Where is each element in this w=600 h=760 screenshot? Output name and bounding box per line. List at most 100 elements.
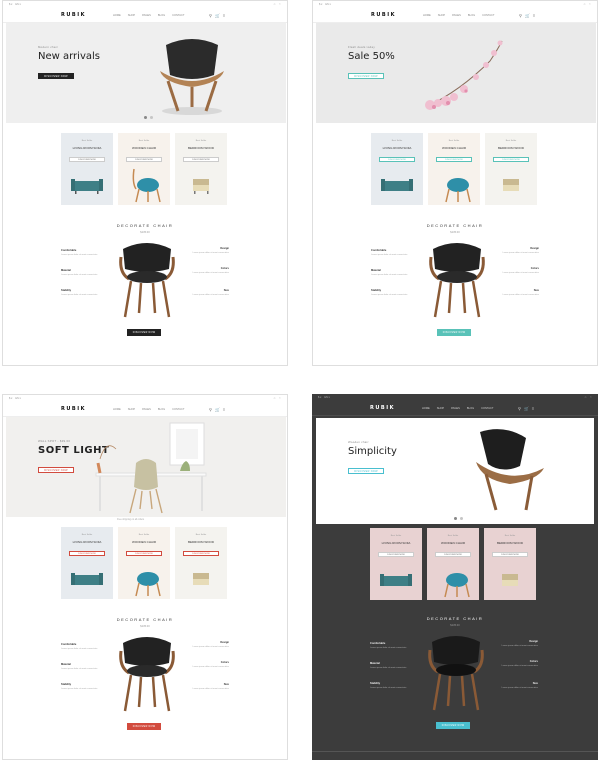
cart-icon[interactable]: 🛒	[525, 13, 530, 18]
hero-discover-button[interactable]: DISCOVER NOW	[348, 73, 384, 79]
hero-banner: Wooden chair Simplicity DISCOVER NOW	[316, 418, 594, 524]
account-link[interactable]: ☺	[583, 3, 586, 6]
card-button[interactable]: DISCOVER NOW	[378, 552, 414, 557]
card-button[interactable]: DISCOVER NOW	[493, 157, 529, 162]
feature-price: $135.00	[450, 231, 460, 234]
account-link[interactable]: ☺	[584, 396, 587, 399]
nav-item-pages[interactable]: PAGES	[142, 14, 151, 17]
currency-selector[interactable]: $ ▾	[318, 396, 321, 399]
nav-item-pages[interactable]: PAGES	[452, 14, 461, 17]
nav-item-contact[interactable]: CONTACT	[172, 14, 184, 17]
category-card-bedroom[interactable]: Best Seller BEDROOM WOOD DISCOVER NOW	[175, 133, 227, 205]
category-card-sofa[interactable]: Best Seller LIVING ROOM SOFA DISCOVER NO…	[371, 133, 423, 205]
top-bar: $ ▾ EN ▾ ☺ ♡	[313, 1, 597, 7]
search-icon[interactable]: ⚲	[209, 13, 212, 18]
slider-dot[interactable]	[460, 517, 463, 520]
language-selector[interactable]: EN ▾	[324, 396, 329, 399]
hero-discover-button[interactable]: DISCOVER NOW	[38, 73, 74, 79]
nav-item-contact[interactable]: CONTACT	[172, 408, 184, 411]
nav-item-shop[interactable]: SHOP	[128, 408, 135, 411]
hero-discover-button[interactable]: DISCOVER NOW	[348, 468, 384, 474]
nav-item-home[interactable]: HOME	[113, 408, 121, 411]
currency-selector[interactable]: $ ▾	[9, 397, 12, 400]
wishlist-link[interactable]: ♡	[589, 3, 591, 6]
category-card-chair[interactable]: Best Seller WOODEN CHAIR DISCOVER NOW	[118, 527, 170, 599]
feature-point: Comfortable Lorem ipsum dolor sit amet co…	[61, 249, 98, 256]
sofa-image	[381, 179, 413, 191]
card-button[interactable]: DISCOVER NOW	[126, 157, 162, 162]
language-selector[interactable]: EN ▾	[15, 397, 20, 400]
category-card-sofa[interactable]: Best Seller LIVING ROOM SOFA DISCOVER NO…	[370, 528, 422, 600]
nav-item-blog[interactable]: BLOG	[158, 14, 165, 17]
category-cards: Best Seller LIVING ROOM SOFA DISCOVER NO…	[61, 527, 227, 599]
card-button[interactable]: DISCOVER NOW	[436, 157, 472, 162]
sofa-image	[380, 574, 412, 586]
nav-item-blog[interactable]: BLOG	[158, 408, 165, 411]
card-button[interactable]: DISCOVER NOW	[126, 551, 162, 556]
card-button[interactable]: DISCOVER NOW	[69, 551, 105, 556]
feature-discover-button[interactable]: DISCOVER NOW	[127, 723, 161, 730]
slider-dot[interactable]	[454, 517, 457, 520]
wishlist-link[interactable]: ♡	[279, 397, 281, 400]
category-card-chair[interactable]: Best Seller WOODEN CHAIR DISCOVER NOW	[427, 528, 479, 600]
feature-point: Colors Lorem ipsum dolor sit amet consect…	[501, 660, 538, 667]
wishlist-link[interactable]: ♡	[279, 3, 281, 6]
search-icon[interactable]: ⚲	[519, 13, 522, 18]
card-button[interactable]: DISCOVER NOW	[69, 157, 105, 162]
menu-icon[interactable]: ≡	[533, 13, 535, 18]
feature-discover-button[interactable]: DISCOVER NOW	[127, 329, 161, 336]
nav-item-shop[interactable]: SHOP	[438, 14, 445, 17]
nav-item-home[interactable]: HOME	[113, 14, 121, 17]
logo[interactable]: RUBIK	[370, 405, 395, 411]
nav-item-contact[interactable]: CONTACT	[482, 14, 494, 17]
category-cards: Best Seller LIVING ROOM SOFA DISCOVER NO…	[370, 528, 536, 600]
account-link[interactable]: ☺	[273, 397, 276, 400]
nav-item-shop[interactable]: SHOP	[437, 407, 444, 410]
language-selector[interactable]: EN ▾	[325, 3, 330, 6]
category-card-chair[interactable]: Best Seller WOODEN CHAIR DISCOVER NOW	[118, 133, 170, 205]
category-card-bedroom[interactable]: Best Seller BEDROOM WOOD DISCOVER NOW	[175, 527, 227, 599]
slider-dot[interactable]	[150, 116, 153, 119]
search-icon[interactable]: ⚲	[518, 406, 521, 411]
logo[interactable]: RUBIK	[371, 12, 396, 18]
feature-title: DECORATE CHAIR	[116, 617, 174, 622]
hero-discover-button[interactable]: DISCOVER NOW	[38, 467, 74, 473]
currency-selector[interactable]: $ ▾	[9, 3, 12, 6]
cart-icon[interactable]: 🛒	[215, 407, 220, 412]
wooden-chair-image	[132, 168, 161, 203]
nav-item-home[interactable]: HOME	[423, 14, 431, 17]
language-selector[interactable]: EN ▾	[15, 3, 20, 6]
nav-item-pages[interactable]: PAGES	[451, 407, 460, 410]
category-card-bedroom[interactable]: Best Seller BEDROOM WOOD DISCOVER NOW	[485, 133, 537, 205]
category-card-bedroom[interactable]: Best Seller BEDROOM WOOD DISCOVER NOW	[484, 528, 536, 600]
logo[interactable]: RUBIK	[61, 406, 86, 412]
menu-icon[interactable]: ≡	[223, 13, 225, 18]
nav-item-shop[interactable]: SHOP	[128, 14, 135, 17]
nav-item-blog[interactable]: BLOG	[468, 14, 475, 17]
card-button[interactable]: DISCOVER NOW	[379, 157, 415, 162]
card-button[interactable]: DISCOVER NOW	[435, 552, 471, 557]
card-button[interactable]: DISCOVER NOW	[183, 157, 219, 162]
menu-icon[interactable]: ≡	[532, 406, 534, 411]
card-button[interactable]: DISCOVER NOW	[183, 551, 219, 556]
currency-selector[interactable]: $ ▾	[319, 3, 322, 6]
account-link[interactable]: ☺	[273, 3, 276, 6]
nav-item-contact[interactable]: CONTACT	[481, 407, 493, 410]
category-card-chair[interactable]: Best Seller WOODEN CHAIR DISCOVER NOW	[428, 133, 480, 205]
promo-strip: Free shipping on all orders	[117, 519, 145, 521]
nav-item-pages[interactable]: PAGES	[142, 408, 151, 411]
nav-item-blog[interactable]: BLOG	[467, 407, 474, 410]
wishlist-link[interactable]: ♡	[590, 396, 592, 399]
feature-discover-button[interactable]: DISCOVER NOW	[436, 722, 470, 729]
cart-icon[interactable]: 🛒	[215, 13, 220, 18]
feature-discover-button[interactable]: DISCOVER NOW	[437, 329, 471, 336]
logo[interactable]: RUBIK	[61, 12, 86, 18]
category-card-sofa[interactable]: Best Seller LIVING ROOM SOFA DISCOVER NO…	[61, 133, 113, 205]
nav-item-home[interactable]: HOME	[422, 407, 430, 410]
card-button[interactable]: DISCOVER NOW	[492, 552, 528, 557]
cart-icon[interactable]: 🛒	[524, 406, 529, 411]
slider-dot[interactable]	[144, 116, 147, 119]
search-icon[interactable]: ⚲	[209, 407, 212, 412]
category-card-sofa[interactable]: Best Seller LIVING ROOM SOFA DISCOVER NO…	[61, 527, 113, 599]
menu-icon[interactable]: ≡	[223, 407, 225, 412]
